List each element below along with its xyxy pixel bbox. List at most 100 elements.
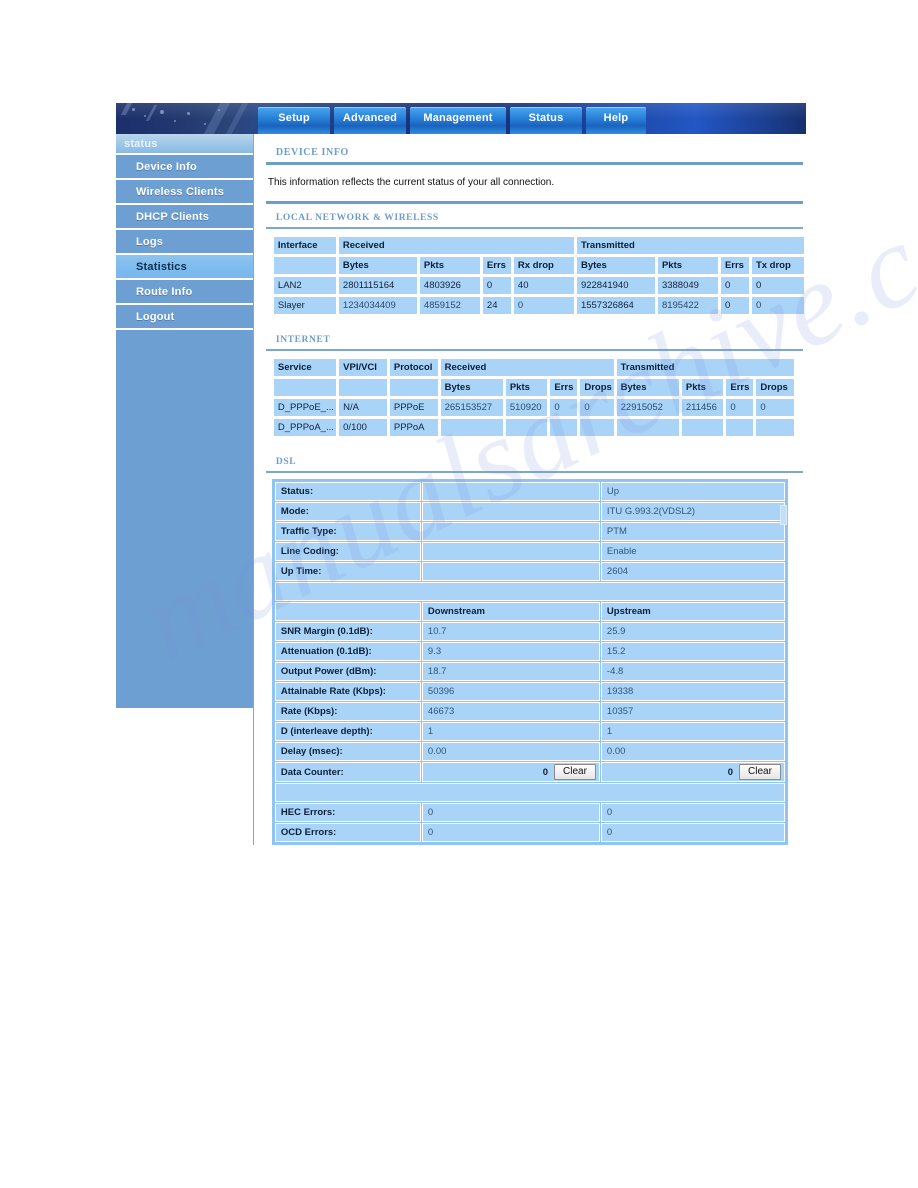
sidebar-item-logs[interactable]: Logs [116,230,253,255]
cell-rx-errs: 24 [481,296,512,315]
dsl-down-data-counter-value: 0 [542,766,548,778]
cell-rx-drop: 40 [512,276,575,295]
internet-divider [265,349,803,351]
tab-setup[interactable]: Setup [258,107,330,134]
dsl-label-line-coding: Line Coding: [274,542,421,561]
dsl-up-attainable-rate: 19338 [600,682,785,701]
cell-tx-pkts: 211456 [680,398,725,417]
dsl-spacer-row [274,582,785,601]
dsl-header-downstream: Downstream [421,602,600,621]
dsl-label-ocd-errors: OCD Errors: [274,823,421,842]
dsl-error-row: OCD Errors: 0 0 [274,823,785,842]
dsl-label-rate: Rate (Kbps): [274,702,421,721]
tab-advanced[interactable]: Advanced [334,107,406,134]
subcol-tx-pkts: Pkts [680,378,725,397]
top-navigation[interactable]: Setup Advanced Management Status Help [258,107,646,134]
dsl-label-hec-errors: HEC Errors: [274,803,421,822]
cell-vpi-vci: 0/100 [338,418,388,437]
col-interface: Interface [272,236,337,255]
col-transmitted: Transmitted [615,358,795,377]
dsl-label-data-counter: Data Counter: [274,762,421,782]
cell-rx-bytes: 265153527 [439,398,504,417]
cell-rx-drops [579,418,615,437]
cell-rx-bytes [439,418,504,437]
sidebar-item-device-info[interactable]: Device Info [116,155,253,180]
table-row: D_PPPoA_... 0/100 PPPoA [272,418,795,437]
sidebar-nav: status Device Info Wireless Clients DHCP… [116,134,253,708]
table-sub-header-row: Bytes Pkts Errs Drops Bytes Pkts Errs Dr… [272,378,795,397]
sidebar-item-statistics[interactable]: Statistics [116,255,253,280]
col-service: Service [272,358,338,377]
dsl-info-row: Up Time: 2604 [274,562,785,581]
table-row: D_PPPoE_... N/A PPPoE 265153527 510920 0… [272,398,795,417]
col-protocol: Protocol [388,358,439,377]
dsl-spacer-mode [421,502,600,521]
table-row: LAN2 2801115164 4803926 0 40 922841940 3… [272,276,805,295]
cell-protocol: PPPoA [388,418,439,437]
dsl-spacer-status [421,482,600,501]
dsl-up-rate: 10357 [600,702,785,721]
tab-status[interactable]: Status [510,107,582,134]
subcol-blank-service [272,378,338,397]
col-received: Received [439,358,615,377]
dsl-up-ocd-errors: 0 [600,823,785,842]
dsl-up-data-counter-cell: 0 Clear [600,762,785,782]
dsl-up-data-counter-value: 0 [727,766,733,778]
cell-tx-bytes [615,418,680,437]
dsl-up-hec-errors: 0 [600,803,785,822]
sidebar-item-dhcp-clients[interactable]: DHCP Clients [116,205,253,230]
cell-service: D_PPPoE_... [272,398,338,417]
subcol-rx-errs: Errs [481,256,512,275]
subcol-rx-bytes: Bytes [337,256,418,275]
section-title-dsl: DSL [275,457,297,467]
table-group-header-row: Interface Received Transmitted [272,236,805,255]
dsl-label-snr-margin: SNR Margin (0.1dB): [274,622,421,641]
dsl-spacer-traffic [421,522,600,541]
subcol-rx-pkts: Pkts [504,378,549,397]
col-transmitted: Transmitted [575,236,805,255]
subcol-rx-errs: Errs [549,378,579,397]
tab-management[interactable]: Management [410,107,506,134]
dsl-down-rate: 46673 [421,702,600,721]
sidebar-item-wireless-clients[interactable]: Wireless Clients [116,180,253,205]
table-group-header-row: Service VPI/VCI Protocol Received Transm… [272,358,795,377]
dsl-label-interleave-depth: D (interleave depth): [274,722,421,741]
sidebar-item-logout[interactable]: Logout [116,305,253,330]
cell-tx-drop: 0 [750,296,805,315]
dsl-scrollbar-thumb[interactable] [779,505,787,525]
dsl-metric-row: D (interleave depth): 1 1 [274,722,785,741]
local-divider [265,227,803,229]
dsl-panel: Status: Up Mode: ITU G.993.2(VDSL2) Traf… [271,479,788,845]
dsl-header-upstream: Upstream [600,602,785,621]
cell-tx-pkts: 3388049 [656,276,719,295]
dsl-data-counter-row: Data Counter: 0 Clear 0 Clear [274,762,785,782]
page-body: status Device Info Wireless Clients DHCP… [116,134,806,845]
dsl-info-row: Mode: ITU G.993.2(VDSL2) [274,502,785,521]
router-admin-page: Setup Advanced Management Status Help st… [116,103,806,845]
cell-rx-errs [549,418,579,437]
cell-tx-bytes: 922841940 [575,276,656,295]
local-network-table: Interface Received Transmitted Bytes Pkt… [271,235,806,316]
dsl-down-attenuation: 9.3 [421,642,600,661]
page-title: DEVICE INFO [275,147,349,158]
clear-upstream-counter-button[interactable]: Clear [739,764,781,780]
intro-text: This information reflects the current st… [267,177,555,188]
dsl-table: Status: Up Mode: ITU G.993.2(VDSL2) Traf… [274,481,786,843]
cell-tx-pkts: 8195422 [656,296,719,315]
cell-rx-errs: 0 [481,276,512,295]
dsl-down-interleave-depth: 1 [421,722,600,741]
internet-table: Service VPI/VCI Protocol Received Transm… [271,357,796,438]
dsl-label-output-power: Output Power (dBm): [274,662,421,681]
cell-rx-pkts: 4803926 [418,276,481,295]
subcol-tx-errs: Errs [725,378,755,397]
dsl-label-status: Status: [274,482,421,501]
cell-tx-bytes: 22915052 [615,398,680,417]
dsl-spacer-uptime [421,562,600,581]
section-title-internet: INTERNET [275,335,331,345]
sidebar-item-route-info[interactable]: Route Info [116,280,253,305]
dsl-up-attenuation: 15.2 [600,642,785,661]
clear-downstream-counter-button[interactable]: Clear [554,764,596,780]
tab-help[interactable]: Help [586,107,646,134]
cell-tx-errs: 0 [719,276,750,295]
dsl-up-interleave-depth: 1 [600,722,785,741]
